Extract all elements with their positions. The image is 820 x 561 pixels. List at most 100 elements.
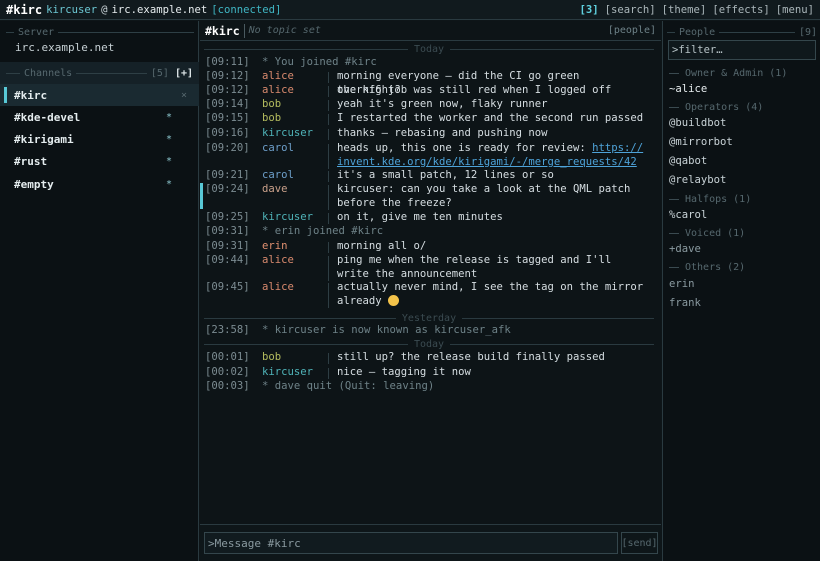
message-nick[interactable]: kircuser bbox=[262, 366, 313, 378]
user-item[interactable]: @mirrorbot bbox=[669, 136, 733, 148]
effects-button[interactable]: [effects] bbox=[712, 4, 769, 16]
server-host: irc.example.net bbox=[111, 3, 208, 16]
message-nick[interactable]: dave bbox=[262, 183, 288, 195]
title-bar: #kirc kircuser @ irc.example.net [connec… bbox=[0, 0, 820, 20]
message-text-body: actually never mind, I see the tag on th… bbox=[337, 281, 644, 307]
timestamp: [09:31] bbox=[205, 225, 250, 237]
channel-item-empty[interactable]: #empty * bbox=[0, 173, 199, 195]
message-row: [09:31] erin morning all o/ bbox=[200, 240, 661, 254]
group-header-operators: Operators (4) bbox=[669, 102, 817, 113]
message-nick[interactable]: carol bbox=[262, 142, 294, 154]
user-item[interactable]: erin bbox=[669, 278, 695, 290]
message-row: [09:16] kircuser thanks — rebasing and p… bbox=[200, 127, 661, 141]
message-nick[interactable]: bob bbox=[262, 112, 281, 124]
day-separator: Today bbox=[204, 44, 655, 55]
message-text: still up? the release build finally pass… bbox=[337, 351, 605, 363]
divider bbox=[669, 267, 679, 268]
message-text: yeah it's green now, flaky runner bbox=[337, 98, 548, 110]
message-text: ping me when the release is tagged and I… bbox=[337, 254, 612, 280]
channel-item-kirigami[interactable]: #kirigami * bbox=[0, 128, 199, 150]
people-toggle-button[interactable]: [people] bbox=[608, 25, 656, 36]
message-nick[interactable]: alice bbox=[262, 281, 294, 293]
unread-count-badge[interactable]: [3] bbox=[579, 4, 598, 16]
divider bbox=[328, 129, 329, 140]
divider bbox=[328, 100, 329, 111]
mention-highlight-bar bbox=[200, 183, 203, 209]
user-item[interactable]: %carol bbox=[669, 209, 707, 221]
message-text: morning all o/ bbox=[337, 240, 427, 252]
smiley-emoji-icon bbox=[388, 294, 400, 306]
user-item[interactable]: @relaybot bbox=[669, 174, 726, 186]
composer-bar: > Message #kirc [send] bbox=[200, 524, 661, 561]
topbar-actions: [3] [search] [theme] [effects] [menu] bbox=[579, 4, 814, 16]
divider bbox=[669, 233, 679, 234]
channel-label: #kde-devel bbox=[14, 110, 81, 124]
divider bbox=[328, 256, 329, 281]
message-nick[interactable]: alice bbox=[262, 254, 294, 266]
theme-button[interactable]: [theme] bbox=[662, 4, 707, 16]
divider bbox=[669, 73, 679, 74]
channel-label: #rust bbox=[14, 154, 48, 168]
message-input[interactable]: > Message #kirc bbox=[204, 532, 618, 554]
timestamp: [00:02] bbox=[205, 366, 250, 378]
message-nick[interactable]: kircuser bbox=[262, 127, 313, 139]
people-sidebar: People [9] >filter… Owner & Admin (1) ~a… bbox=[662, 21, 820, 561]
user-item[interactable]: frank bbox=[669, 297, 701, 309]
unread-star-icon: * bbox=[166, 133, 173, 145]
message-nick[interactable]: alice bbox=[262, 84, 294, 96]
server-item[interactable]: irc.example.net bbox=[15, 41, 114, 54]
menu-button[interactable]: [menu] bbox=[776, 4, 814, 16]
event-line: [09:11] * You joined #kirc bbox=[200, 56, 661, 70]
group-label: Halfops (1) bbox=[685, 194, 752, 205]
user-item[interactable]: @qabot bbox=[669, 155, 707, 167]
message-text: on it, give me ten minutes bbox=[337, 211, 503, 223]
channels-section-header: Channels [5] [+] bbox=[0, 62, 199, 85]
unread-star-icon: * bbox=[166, 111, 173, 123]
message-nick[interactable]: carol bbox=[262, 169, 294, 181]
group-header-owner: Owner & Admin (1) bbox=[669, 68, 817, 79]
search-button[interactable]: [search] bbox=[605, 4, 656, 16]
event-text: * You joined #kirc bbox=[262, 56, 377, 68]
message-nick[interactable]: bob bbox=[262, 351, 281, 363]
divider bbox=[719, 31, 795, 33]
divider bbox=[76, 73, 147, 74]
divider bbox=[204, 317, 396, 319]
divider bbox=[328, 171, 329, 182]
event-text: * dave quit (Quit: leaving) bbox=[262, 380, 435, 392]
timestamp: [09:16] bbox=[205, 127, 250, 139]
user-item[interactable]: @buildbot bbox=[669, 117, 726, 129]
user-item[interactable]: ~alice bbox=[669, 83, 707, 95]
channel-item-kirc[interactable]: #kirc × bbox=[0, 84, 199, 106]
message-text: it's a small patch, 12 lines or so bbox=[337, 169, 554, 181]
divider bbox=[450, 48, 655, 50]
channel-item-kde-devel[interactable]: #kde-devel * bbox=[0, 106, 199, 128]
add-channel-button[interactable]: [+] bbox=[175, 68, 193, 79]
divider bbox=[328, 185, 329, 210]
send-button[interactable]: [send] bbox=[621, 532, 658, 554]
message-row: [00:01] bob still up? the release build … bbox=[200, 351, 661, 365]
input-prompt: > bbox=[208, 536, 215, 550]
message-row: [09:14] bob yeah it's green now, flaky r… bbox=[200, 98, 661, 112]
channel-sidebar: Server irc.example.net Channels [5] [+] … bbox=[0, 21, 199, 561]
channel-title: #kirc bbox=[205, 23, 240, 38]
message-nick[interactable]: kircuser bbox=[262, 211, 313, 223]
channel-label: #kirigami bbox=[14, 132, 74, 146]
channel-item-rust[interactable]: #rust * bbox=[0, 150, 199, 172]
divider bbox=[328, 72, 329, 83]
divider bbox=[328, 114, 329, 125]
message-nick[interactable]: bob bbox=[262, 98, 281, 110]
group-header-others: Others (2) bbox=[669, 262, 817, 273]
divider bbox=[328, 353, 329, 364]
close-channel-icon[interactable]: × bbox=[181, 90, 187, 101]
message-nick[interactable]: alice bbox=[262, 70, 294, 82]
message-row: [09:20] carol heads up, this one is read… bbox=[200, 142, 661, 170]
message-nick[interactable]: erin bbox=[262, 240, 288, 252]
filter-input[interactable]: >filter… bbox=[668, 40, 816, 60]
divider bbox=[6, 73, 20, 74]
timestamp: [09:11] bbox=[205, 56, 250, 68]
timestamp: [00:03] bbox=[205, 380, 250, 392]
divider bbox=[462, 317, 654, 319]
user-item[interactable]: +dave bbox=[669, 243, 701, 255]
current-nick: kircuser bbox=[46, 3, 98, 16]
group-label: Owner & Admin (1) bbox=[685, 68, 788, 79]
